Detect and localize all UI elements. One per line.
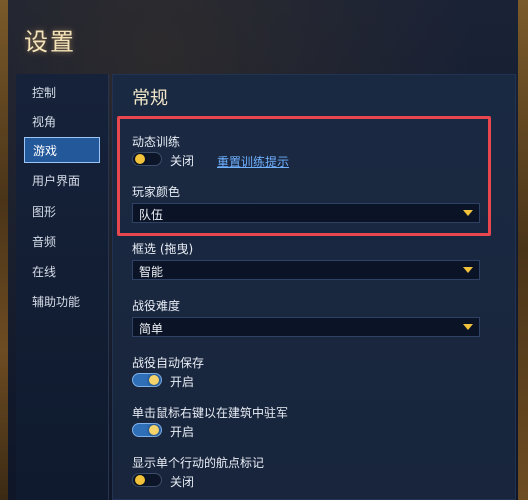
sidebar-item-audio[interactable]: 音频	[24, 229, 100, 255]
sidebar-item-user-interface[interactable]: 用户界面	[24, 168, 100, 194]
box-select-value: 智能	[139, 265, 164, 279]
single-action-waypoint-state: 关闭	[170, 475, 195, 489]
right-click-garrison-state: 开启	[170, 425, 195, 439]
sidebar-item-camera[interactable]: 视角	[24, 109, 100, 135]
toggle-knob	[149, 425, 159, 435]
campaign-difficulty-value: 简单	[139, 322, 164, 336]
sidebar-item-accessibility[interactable]: 辅助功能	[24, 289, 100, 315]
box-select-dropdown[interactable]: 智能	[132, 260, 480, 280]
section-title: 常规	[132, 88, 168, 109]
window-title: 设置	[24, 28, 76, 56]
campaign-difficulty-label: 战役难度	[132, 299, 181, 313]
campaign-difficulty-dropdown[interactable]: 简单	[132, 317, 480, 337]
right-click-garrison-label: 单击鼠标右键以在建筑中驻军	[132, 406, 289, 420]
sidebar-item-game[interactable]: 游戏	[24, 137, 100, 163]
campaign-autosave-state: 开启	[170, 375, 195, 389]
single-action-waypoint-label: 显示单个行动的航点标记	[132, 456, 265, 470]
toggle-knob	[149, 375, 159, 385]
sidebar-item-online[interactable]: 在线	[24, 259, 100, 285]
chevron-down-icon	[463, 324, 473, 330]
chevron-down-icon	[463, 267, 473, 273]
campaign-autosave-label: 战役自动保存	[132, 356, 205, 370]
frame-left-border	[0, 0, 8, 500]
highlight-annotation-box	[117, 116, 491, 236]
sidebar-item-controls[interactable]: 控制	[24, 80, 100, 106]
toggle-knob	[135, 475, 145, 485]
frame-right-border	[518, 0, 528, 500]
sidebar-item-graphics[interactable]: 图形	[24, 199, 100, 225]
settings-sidebar: 控制 视角 游戏 用户界面 图形 音频 在线 辅助功能	[16, 74, 109, 500]
single-action-waypoint-toggle[interactable]	[132, 473, 162, 487]
box-select-label: 框选 (拖曳)	[132, 242, 194, 256]
right-click-garrison-toggle[interactable]	[132, 423, 162, 437]
campaign-autosave-toggle[interactable]	[132, 373, 162, 387]
